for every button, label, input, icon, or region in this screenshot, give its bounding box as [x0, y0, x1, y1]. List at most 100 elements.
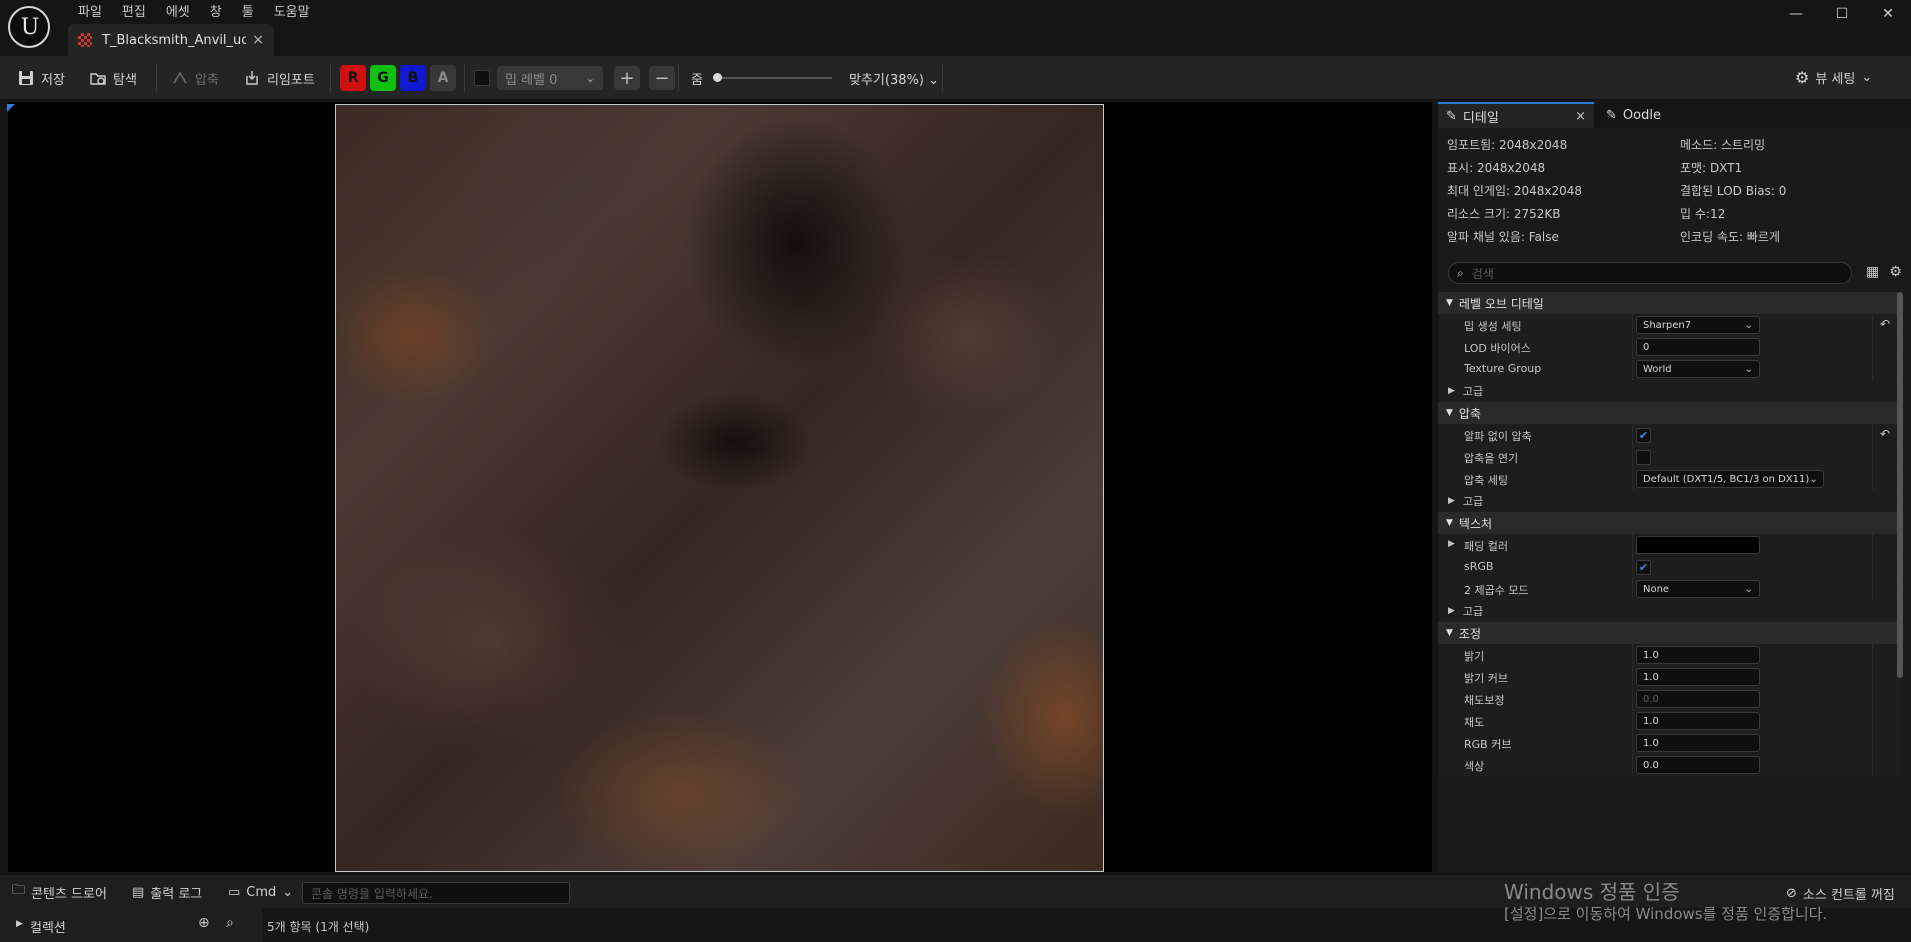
channel-b-toggle[interactable]: B — [400, 65, 426, 91]
brightness-input[interactable]: 1.0 — [1636, 646, 1760, 664]
search-icon: ⌕ — [1457, 265, 1464, 280]
unreal-logo-icon[interactable]: U — [8, 6, 50, 48]
reimport-button[interactable]: 리임포트 — [244, 66, 315, 90]
column-divider — [1632, 424, 1633, 446]
column-divider — [1872, 688, 1873, 710]
channel-a-toggle[interactable]: A — [430, 65, 456, 91]
mip-level-dropdown[interactable]: 밉 레벨 0 ⌄ — [497, 66, 603, 90]
advanced-expander[interactable]: ▶ 고급 — [1438, 490, 1900, 512]
category-lod-label: 레벨 오브 디테일 — [1458, 296, 1544, 311]
cmd-dropdown[interactable]: ▭ Cmd ⌄ — [228, 882, 293, 902]
expand-arrow-icon: ▶ — [1448, 385, 1455, 396]
close-tab-icon[interactable]: × — [252, 32, 264, 48]
mip-minus-button[interactable]: − — [649, 66, 675, 90]
vibrance-input[interactable]: 0.0 — [1636, 690, 1760, 708]
mip-gen-dropdown[interactable]: Sharpen7 ⌄ — [1636, 316, 1760, 334]
search-icon[interactable]: ⌕ — [226, 915, 234, 931]
close-icon[interactable]: × — [1575, 109, 1586, 124]
tab-oodle[interactable]: ✎ Oodle — [1598, 102, 1669, 128]
category-texture[interactable]: ▼ 텍스처 — [1438, 512, 1900, 534]
reset-to-default-icon[interactable]: ↶ — [1880, 317, 1890, 331]
srgb-checkbox[interactable]: ✔ — [1636, 560, 1651, 575]
chevron-down-icon: ⌄ — [1744, 363, 1753, 375]
lod-bias-input[interactable]: 0 — [1636, 338, 1760, 356]
power-of-two-dropdown[interactable]: None ⌄ — [1636, 580, 1760, 598]
padding-color-swatch[interactable] — [1636, 536, 1760, 554]
zoom-slider-handle[interactable] — [713, 73, 722, 82]
property-row: RGB 커브 1.0 — [1438, 732, 1900, 754]
collapse-arrow-icon: ▼ — [1446, 408, 1453, 418]
brightness-curve-input[interactable]: 1.0 — [1636, 668, 1760, 686]
column-divider — [1632, 732, 1633, 754]
mip-level-checkbox[interactable] — [474, 70, 490, 86]
expand-arrow-icon: ▶ — [1448, 605, 1455, 616]
add-collection-icon[interactable]: ⊕ — [198, 915, 210, 931]
zoom-fit-dropdown[interactable]: 맞추기(38%) ⌄ — [849, 69, 939, 88]
info-displayed: 표시: 2048x2048 — [1447, 161, 1546, 175]
info-alpha: 알파 채널 있음: False — [1447, 230, 1559, 244]
menu-tools[interactable]: 툴 — [232, 0, 264, 20]
compress-button[interactable]: 압축 — [172, 66, 219, 90]
saturation-label: 채도 — [1464, 716, 1485, 729]
column-divider — [1872, 578, 1873, 600]
compress-icon — [172, 70, 188, 86]
column-divider — [1632, 666, 1633, 688]
info-mip-count: 밉 수:12 — [1680, 207, 1726, 221]
menu-window[interactable]: 창 — [200, 0, 232, 20]
details-search-input[interactable]: ⌕ 검색 — [1448, 262, 1852, 284]
menu-file[interactable]: 파일 — [68, 0, 112, 20]
defer-compression-checkbox[interactable] — [1636, 450, 1651, 465]
save-button[interactable]: 저장 — [18, 66, 65, 90]
property-list: ▼ 레벨 오브 디테일 밉 생성 세팅 Sharpen7 ⌄ ↶ LOD 바이어… — [1438, 292, 1900, 872]
column-divider — [1632, 336, 1633, 358]
gear-icon[interactable]: ⚙ — [1889, 264, 1902, 280]
hue-input[interactable]: 0.0 — [1636, 756, 1760, 774]
document-tab-label: T_Blacksmith_Anvil_uck... — [102, 32, 247, 48]
browse-button[interactable]: 탐색 — [90, 66, 137, 90]
advanced-expander[interactable]: ▶ 고급 — [1438, 380, 1900, 402]
reset-to-default-icon[interactable]: ↶ — [1880, 427, 1890, 441]
table-view-icon[interactable]: ▦ — [1866, 264, 1879, 280]
zoom-slider[interactable] — [716, 77, 832, 79]
expand-arrow-icon[interactable]: ▶ — [1448, 539, 1455, 549]
channel-g-toggle[interactable]: G — [370, 65, 396, 91]
channel-r-toggle[interactable]: R — [340, 65, 366, 91]
document-tab[interactable]: T_Blacksmith_Anvil_uck... × — [68, 24, 274, 56]
tab-oodle-label: Oodle — [1622, 107, 1661, 123]
srgb-label: sRGB — [1464, 560, 1494, 573]
tab-details-label: 디테일 — [1462, 110, 1499, 126]
content-drawer-label: 콘텐츠 드로어 — [31, 886, 107, 902]
expand-arrow-icon[interactable]: ▶ — [16, 919, 23, 929]
rgb-curve-label: RGB 커브 — [1464, 738, 1512, 751]
details-scrollbar[interactable] — [1897, 292, 1903, 678]
column-divider — [1632, 644, 1633, 666]
info-method: 메소드: 스트리밍 — [1680, 138, 1766, 152]
close-window-button[interactable]: ✕ — [1865, 0, 1911, 28]
category-compression[interactable]: ▼ 압축 — [1438, 402, 1900, 424]
content-drawer-button[interactable]: 🗀 콘텐츠 드로어 — [12, 882, 107, 902]
texture-group-dropdown[interactable]: World ⌄ — [1636, 360, 1760, 378]
minimize-button[interactable]: — — [1773, 0, 1819, 28]
advanced-expander[interactable]: ▶ 고급 — [1438, 600, 1900, 622]
menu-edit[interactable]: 편집 — [112, 0, 156, 20]
maximize-button[interactable]: ☐ — [1819, 0, 1865, 28]
menu-help[interactable]: 도움말 — [264, 0, 320, 20]
output-log-button[interactable]: ▤ 출력 로그 — [132, 882, 202, 902]
view-settings-button[interactable]: ⚙ 뷰 세팅 ⌄ — [1795, 68, 1872, 87]
compress-no-alpha-checkbox[interactable]: ✔ — [1636, 428, 1651, 443]
texture-group-value: World — [1643, 363, 1672, 375]
rgb-curve-input[interactable]: 1.0 — [1636, 734, 1760, 752]
menu-asset[interactable]: 에셋 — [156, 0, 200, 20]
category-adjustments[interactable]: ▼ 조정 — [1438, 622, 1900, 644]
tab-details[interactable]: ✎ 디테일 × — [1438, 102, 1594, 128]
mip-plus-button[interactable]: + — [614, 66, 640, 90]
column-divider — [1872, 424, 1873, 446]
source-control-button[interactable]: ⊘ 소스 컨트롤 꺼짐 — [1786, 884, 1895, 903]
category-lod[interactable]: ▼ 레벨 오브 디테일 — [1438, 292, 1900, 314]
saturation-input[interactable]: 1.0 — [1636, 712, 1760, 730]
column-divider — [1872, 534, 1873, 556]
zoom-fit-value: 맞추기(38%) — [849, 73, 924, 88]
category-texture-label: 텍스처 — [1458, 516, 1493, 531]
console-input[interactable]: 콘솔 명령을 입력하세요. — [302, 882, 570, 904]
compression-settings-dropdown[interactable]: Default (DXT1/5, BC1/3 on DX11) ⌄ — [1636, 470, 1824, 488]
